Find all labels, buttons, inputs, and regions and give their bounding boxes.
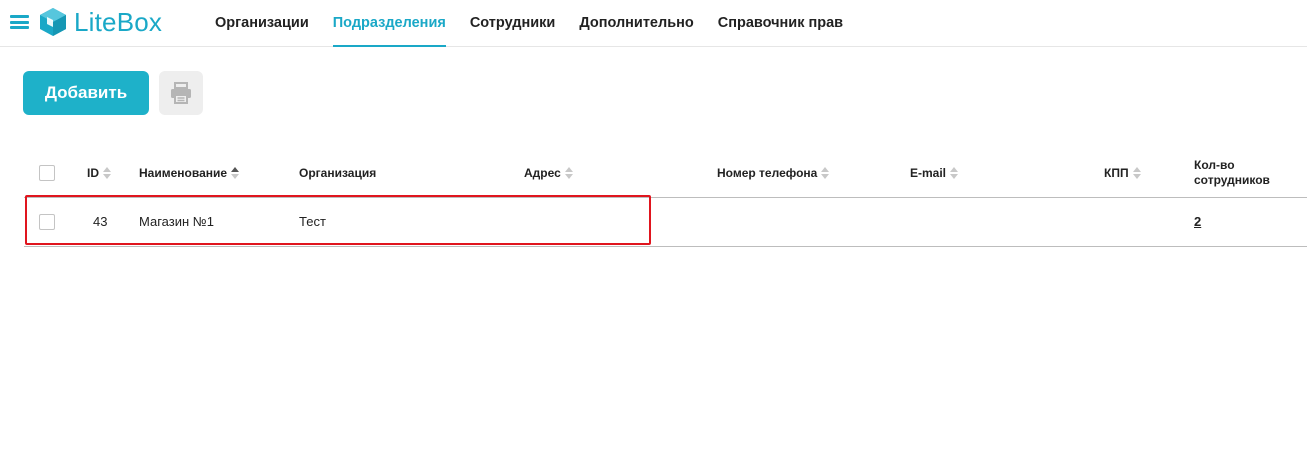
nav-rights-reference[interactable]: Справочник прав (718, 0, 843, 46)
cell-organization: Тест (299, 214, 326, 229)
logo-text: LiteBox (74, 6, 163, 37)
column-header-organization-label: Организация (299, 166, 377, 180)
printer-icon (171, 82, 191, 104)
main-nav: Организации Подразделения Сотрудники Доп… (215, 0, 867, 47)
nav-additional[interactable]: Дополнительно (579, 0, 693, 46)
column-header-address[interactable]: Адрес (524, 166, 574, 180)
menu-icon[interactable] (10, 15, 29, 29)
column-header-id[interactable]: ID (87, 166, 112, 180)
column-header-name[interactable]: Наименование (139, 166, 240, 180)
sort-ascending-icon (231, 167, 240, 179)
logo[interactable]: LiteBox (38, 7, 162, 37)
top-navigation-bar: LiteBox Организации Подразделения Сотруд… (0, 0, 1307, 47)
sort-icon (950, 167, 959, 179)
sort-icon (103, 167, 112, 179)
column-header-kpp-label: КПП (1104, 166, 1129, 180)
cell-id: 43 (93, 214, 108, 229)
column-header-count-line1: Кол-во (1194, 158, 1235, 172)
sort-icon (564, 167, 574, 179)
table-header: ID Наименование Организация Адрес Номер … (24, 150, 1307, 198)
column-header-name-label: Наименование (139, 166, 228, 180)
nav-departments[interactable]: Подразделения (332, 0, 446, 47)
add-button[interactable]: Добавить (23, 71, 149, 115)
column-header-address-label: Адрес (524, 166, 561, 180)
column-header-email-label: E-mail (910, 166, 947, 180)
litebox-logo-icon (40, 8, 66, 36)
column-header-id-label: ID (87, 166, 99, 180)
column-header-kpp[interactable]: КПП (1104, 166, 1142, 180)
select-all-checkbox[interactable] (39, 165, 55, 181)
column-header-phone[interactable]: Номер телефона (717, 166, 830, 180)
column-header-email[interactable]: E-mail (910, 166, 959, 180)
column-header-employee-count: Кол-во сотрудников (1194, 158, 1270, 188)
cell-name: Магазин №1 (139, 214, 214, 229)
nav-employees[interactable]: Сотрудники (470, 0, 556, 46)
cell-employee-count-link[interactable]: 2 (1194, 198, 1201, 246)
table-row[interactable]: 43 Магазин №1 Тест 2 (24, 198, 1307, 247)
nav-organizations[interactable]: Организации (215, 0, 309, 46)
column-header-organization: Организация (299, 166, 376, 180)
row-checkbox[interactable] (39, 214, 55, 230)
sort-icon (821, 167, 830, 179)
column-header-phone-label: Номер телефона (717, 166, 818, 180)
print-button[interactable] (159, 71, 203, 115)
sort-icon (1132, 167, 1142, 179)
column-header-count-line2: сотрудников (1194, 173, 1270, 187)
